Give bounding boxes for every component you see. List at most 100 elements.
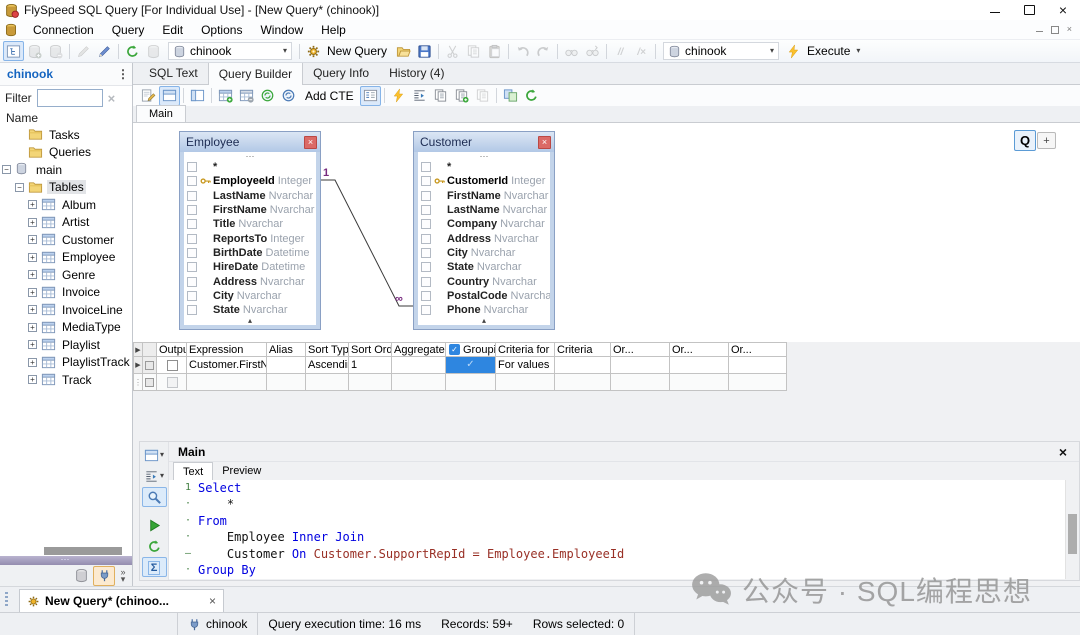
close-button[interactable]: × [1046,0,1080,20]
cell-or[interactable] [729,357,787,374]
add-object-button[interactable]: + [1037,132,1056,149]
row-expand-button[interactable] [143,357,157,374]
refresh-button[interactable] [521,86,542,106]
list-panel-button[interactable] [359,85,381,106]
field-checkbox[interactable] [421,262,431,273]
lightning-button[interactable] [388,86,409,106]
menu-item-help[interactable]: Help [312,23,355,37]
field-row-city[interactable]: City Nvarchar [418,246,550,260]
minimize-button[interactable] [978,0,1012,20]
field-checkbox[interactable] [187,176,197,187]
tab-main[interactable]: Main [136,105,186,122]
pencil-blue-button[interactable] [94,41,115,61]
sidebar-item-customer[interactable]: + Customer [0,231,132,249]
menu-item-options[interactable]: Options [192,23,251,37]
field-row-city[interactable]: City Nvarchar [184,289,316,303]
sidebar-item-playlisttrack[interactable]: + PlaylistTrack [0,354,132,372]
sidebar-item-playlist[interactable]: + Playlist [0,336,132,354]
field-checkbox[interactable] [187,162,197,173]
field-checkbox[interactable] [187,262,197,273]
column-header-sort-order[interactable]: Sort Order [349,342,392,357]
field-row-employeeid[interactable]: EmployeeId Integer [184,174,316,188]
table-card-close-icon[interactable]: × [304,135,317,149]
expand-icon[interactable]: + [28,270,37,280]
column-header-expression[interactable]: Expression [187,342,267,357]
pencil-button[interactable] [73,41,94,61]
mdi-restore-button[interactable] [1050,25,1059,34]
cell-or[interactable] [670,357,729,374]
expand-icon[interactable]: + [28,217,37,227]
table-card-employee[interactable]: Employee × ⋯ * EmployeeId Integer LastName N… [179,131,321,330]
connection-combo[interactable]: chinook ▾ [663,42,780,60]
copy-button[interactable] [430,86,451,106]
sidebar-item-track[interactable]: + Track [0,371,132,389]
copy-dim-button[interactable] [472,86,493,106]
sidebar-item-queries[interactable]: Queries [0,144,132,162]
menu-item-window[interactable]: Window [251,23,312,37]
row-marker[interactable]: ▶ [133,357,143,374]
expand-icon[interactable]: + [28,305,37,315]
field-checkbox[interactable] [187,219,197,230]
tab-sql-text[interactable]: SQL Text [139,63,208,84]
grouping-cell[interactable]: ✓ [446,357,496,374]
sidebar-scrollbar-thumb[interactable] [44,547,122,555]
field-row-postalcode[interactable]: PostalCodeNvarchar [418,289,550,303]
field-checkbox[interactable] [421,176,431,187]
column-header-criteria-for[interactable]: Criteria for [496,342,555,357]
table-card-header[interactable]: Customer × [414,132,554,152]
tab-query-builder[interactable]: Query Builder [207,62,304,85]
play-button[interactable] [142,515,167,535]
cell-sort-type[interactable]: Ascending [306,357,349,374]
mdi-close-button[interactable]: × [1067,25,1072,34]
sidebar-item-tables[interactable]: − Tables [0,179,132,197]
add-cte-button[interactable]: Add CTE [299,86,360,106]
cut-button[interactable] [442,41,463,61]
uncomment-button[interactable]: /× [631,41,652,61]
field-checkbox[interactable] [421,190,431,201]
field-checkbox[interactable] [187,205,197,216]
query-tab-close-icon[interactable]: × [209,594,216,608]
find-next-button[interactable] [582,41,603,61]
lightning-button[interactable]: Execute ▾ [783,41,863,61]
maximize-button[interactable] [1012,0,1046,20]
row-expand-button[interactable] [143,374,157,391]
h-panels-button[interactable]: ▾ [142,445,167,465]
db-off-button[interactable] [143,41,164,61]
collapse-icon[interactable]: − [2,165,11,175]
field-row-birthdate[interactable]: BirthDate Datetime [184,246,316,260]
filter-clear-icon[interactable]: × [108,91,116,106]
connection-combo[interactable]: chinook ▾ [168,42,292,60]
menu-item-edit[interactable]: Edit [153,23,192,37]
field-checkbox[interactable] [187,190,197,201]
table-card-close-icon[interactable]: × [538,135,551,149]
column-header-or[interactable]: Or... [729,342,787,357]
column-header-grouping[interactable]: ✓Grouping [446,342,496,357]
sql-code-editor[interactable]: 1 Select · * · From · Employee Inner Join – Cu… [169,480,1066,579]
sidebar-menu-icon[interactable]: ⋮ [114,67,132,81]
indent-button[interactable] [409,86,430,106]
row-marker[interactable]: ⋮ [133,374,143,391]
sidebar-overflow-button[interactable]: » ▾ [116,567,130,583]
scroll-down-indicator[interactable]: ▴ [418,317,550,325]
field-row-country[interactable]: Country Nvarchar [418,274,550,288]
column-header-criteria[interactable]: Criteria [555,342,611,357]
output-checkbox[interactable] [167,359,178,371]
cell-sort-order[interactable] [349,374,392,391]
db-add-button[interactable] [24,41,45,61]
refresh-button[interactable] [122,41,143,61]
column-header-or[interactable]: Or... [611,342,670,357]
refresh-button[interactable] [142,536,167,556]
output-cell[interactable] [157,374,187,391]
cell-grouping[interactable] [446,374,496,391]
folder-open-button[interactable] [393,41,414,61]
query-diagram-canvas[interactable]: 1 ∞ Employee × ⋯ * EmployeeId Integer LastN… [133,123,1080,342]
undo-button[interactable] [512,41,533,61]
cell-sort-type[interactable] [306,374,349,391]
expand-icon[interactable]: + [28,200,37,210]
cell-sort-order[interactable]: 1 [349,357,392,374]
cell-or[interactable] [729,374,787,391]
cell-criteria[interactable] [555,357,611,374]
field-row-state[interactable]: State Nvarchar [418,260,550,274]
field-checkbox[interactable] [421,305,431,316]
sidebar-item-album[interactable]: + Album [0,196,132,214]
